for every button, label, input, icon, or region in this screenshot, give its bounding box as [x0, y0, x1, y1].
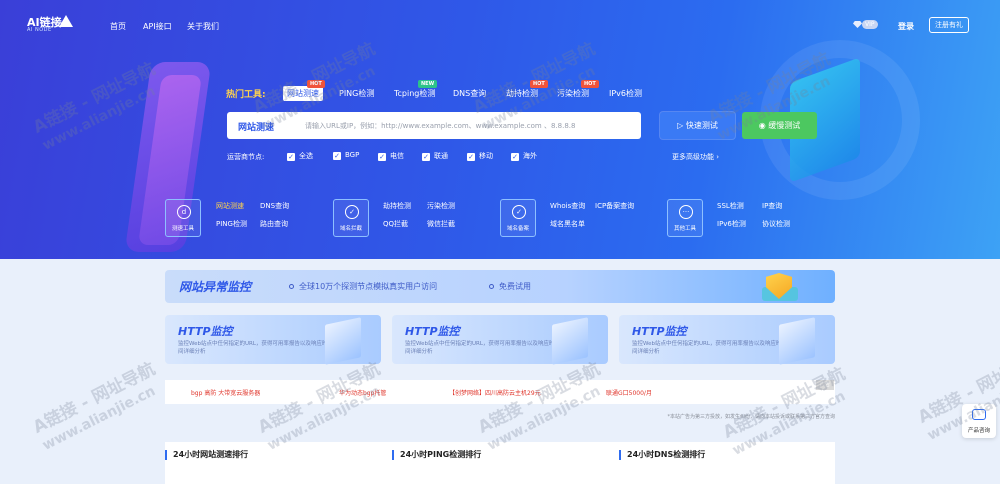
- node-checkbox-unicom[interactable]: ✓ 联通: [422, 151, 448, 161]
- document-illustration-icon: [552, 317, 588, 365]
- chat-icon: [972, 409, 986, 420]
- ranking-title-ping: 24小时PING检测排行: [392, 450, 481, 460]
- ad-link[interactable]: bgp 高防 大带宽云服务器: [191, 388, 260, 397]
- tool-link-speedtest[interactable]: 网站测速: [216, 201, 244, 211]
- node-checkbox-telecom[interactable]: ✓ 电信: [378, 151, 404, 161]
- circle-bullet-icon: [289, 284, 294, 289]
- tool-link-protocol[interactable]: 协议检测: [762, 219, 790, 229]
- slow-test-button[interactable]: ◉ 缓慢测试: [742, 112, 817, 139]
- ad-link[interactable]: 联通G口5000/月: [606, 388, 652, 397]
- consult-float-button[interactable]: 产品咨询: [962, 404, 996, 438]
- tool-link-blacklist[interactable]: 域名黑名单: [550, 219, 585, 229]
- ad-tag: 广告: [816, 380, 834, 390]
- check-icon: ✓: [333, 152, 341, 160]
- tab-hot-tool[interactable]: PING检测: [339, 88, 374, 99]
- monitor-card[interactable]: HTTP监控 监控Web站点中任何指定的URL，获得可用率报告以及响应时间详细分…: [619, 315, 835, 365]
- shield-illustration-icon: [762, 273, 798, 301]
- node-checkbox-overseas[interactable]: ✓ 海外: [511, 151, 537, 161]
- nav-about[interactable]: 关于我们: [187, 21, 219, 32]
- search-type-label[interactable]: 网站测速: [238, 120, 274, 133]
- chevron-right-icon: ›: [714, 153, 720, 161]
- tab-badge: NEW: [418, 80, 438, 88]
- tab-hot-tool[interactable]: 污染检测: [557, 88, 589, 99]
- rankings-panel: [165, 442, 835, 484]
- tool-link-ssl[interactable]: SSL检测: [717, 201, 744, 211]
- ranking-title-dns: 24小时DNS检测排行: [619, 450, 705, 460]
- node-checkbox-mobile[interactable]: ✓ 移动: [467, 151, 493, 161]
- ad-link[interactable]: 华为动态bgp托管: [339, 388, 386, 397]
- document-illustration-icon: [779, 317, 815, 365]
- tool-link-route[interactable]: 路由查询: [260, 219, 288, 229]
- nodes-label: 运营商节点:: [227, 153, 265, 161]
- search-box: 网站测速: [227, 112, 641, 139]
- tool-link-icp[interactable]: ICP备案查询: [595, 201, 634, 211]
- nav-home[interactable]: 首页: [110, 21, 126, 32]
- more-dots-icon: ···: [679, 205, 693, 219]
- tab-badge: HOT: [581, 80, 599, 88]
- logo-triangle-icon: [59, 15, 73, 27]
- tool-link-whois[interactable]: Whois查询: [550, 201, 585, 211]
- record-icon: ◉: [758, 121, 769, 130]
- monitor-banner-title: 网站异常监控: [179, 280, 252, 294]
- register-button[interactable]: 注册有礼: [929, 17, 969, 33]
- tool-link-hijack[interactable]: 劫持检测: [383, 201, 411, 211]
- tool-link-pollution[interactable]: 污染检测: [427, 201, 455, 211]
- ad-link[interactable]: 【创梦网络】四川高防云主机29元: [449, 388, 541, 397]
- tool-link-wechat[interactable]: 微信拦截: [427, 219, 455, 229]
- shield-check-icon: ✓: [512, 205, 526, 219]
- tab-badge: HOT: [530, 80, 548, 88]
- tool-link-dns[interactable]: DNS查询: [260, 201, 289, 211]
- tool-link-qq[interactable]: QQ拦截: [383, 219, 408, 229]
- check-icon: ✓: [287, 153, 295, 161]
- ad-strip: bgp 高防 大带宽云服务器 华为动态bgp托管 【创梦网络】四川高防云主机29…: [165, 380, 835, 404]
- monitor-banner-point: 全球10万个探测节点模拟真实用户访问: [289, 281, 437, 292]
- top-navigation: AI链接 AI NODE 首页 API接口 关于我们 VIP 登录 注册有礼: [0, 0, 1000, 50]
- node-checkbox-bgp[interactable]: ✓ BGP: [333, 151, 359, 160]
- tab-badge: HOT: [307, 80, 325, 88]
- tool-link-ping[interactable]: PING检测: [216, 219, 247, 229]
- diamond-icon: [853, 21, 862, 28]
- tool-link-ipv6[interactable]: IPv6检测: [717, 219, 746, 229]
- hot-tools-label: 热门工具:: [226, 90, 266, 100]
- watermark: A链接 - 网址导航 www.alianjie.cn: [30, 359, 159, 454]
- check-icon: ✓: [511, 153, 519, 161]
- ranking-title-speed: 24小时网站测速排行: [165, 450, 248, 460]
- shield-check-icon: ✓: [345, 205, 359, 219]
- tool-group-icon-box[interactable]: d 测速工具: [165, 199, 201, 237]
- monitor-banner[interactable]: 网站异常监控 全球10万个探测节点模拟真实用户访问 免费试用: [165, 270, 835, 303]
- document-illustration-icon: [325, 317, 361, 365]
- quick-test-button[interactable]: ▷ 快速测试: [660, 112, 735, 139]
- check-icon: ✓: [467, 153, 475, 161]
- tab-hot-tool[interactable]: IPv6检测: [609, 88, 642, 99]
- tool-group-icon-box[interactable]: ✓ 域名备案: [500, 199, 536, 237]
- monitor-card[interactable]: HTTP监控 监控Web站点中任何指定的URL，获得可用率报告以及响应时间详细分…: [165, 315, 381, 365]
- login-link[interactable]: 登录: [898, 21, 914, 32]
- tab-hot-tool[interactable]: DNS查询: [453, 88, 486, 99]
- site-logo[interactable]: AI链接 AI NODE: [27, 14, 75, 36]
- tab-hot-tool[interactable]: 劫持检测: [506, 88, 538, 99]
- ad-disclaimer: *本站广告为第三方投放，如发生纠纷，请向本站投诉或联系第三方官方查询: [667, 414, 835, 420]
- circle-bullet-icon: [489, 284, 494, 289]
- monitor-card[interactable]: HTTP监控 监控Web站点中任何指定的URL，获得可用率报告以及响应时间详细分…: [392, 315, 608, 365]
- search-input[interactable]: [305, 118, 635, 133]
- tool-link-ip[interactable]: IP查询: [762, 201, 782, 211]
- tab-hot-tool[interactable]: 网站测速: [283, 86, 323, 101]
- monitor-banner-point: 免费试用: [489, 281, 531, 292]
- vip-badge[interactable]: VIP: [853, 20, 883, 30]
- play-icon: ▷: [677, 121, 686, 130]
- nav-api[interactable]: API接口: [143, 21, 172, 32]
- tab-hot-tool[interactable]: Tcping检测: [394, 88, 435, 99]
- check-icon: ✓: [378, 153, 386, 161]
- tool-group-icon-box[interactable]: ··· 其他工具: [667, 199, 703, 237]
- check-icon: ✓: [422, 153, 430, 161]
- tool-group-icon-box[interactable]: ✓ 域名拦截: [333, 199, 369, 237]
- node-checkbox-all[interactable]: ✓ 全选: [287, 151, 313, 161]
- speedometer-icon: d: [177, 205, 191, 219]
- more-features-link[interactable]: 更多高级功能 ›: [672, 152, 719, 162]
